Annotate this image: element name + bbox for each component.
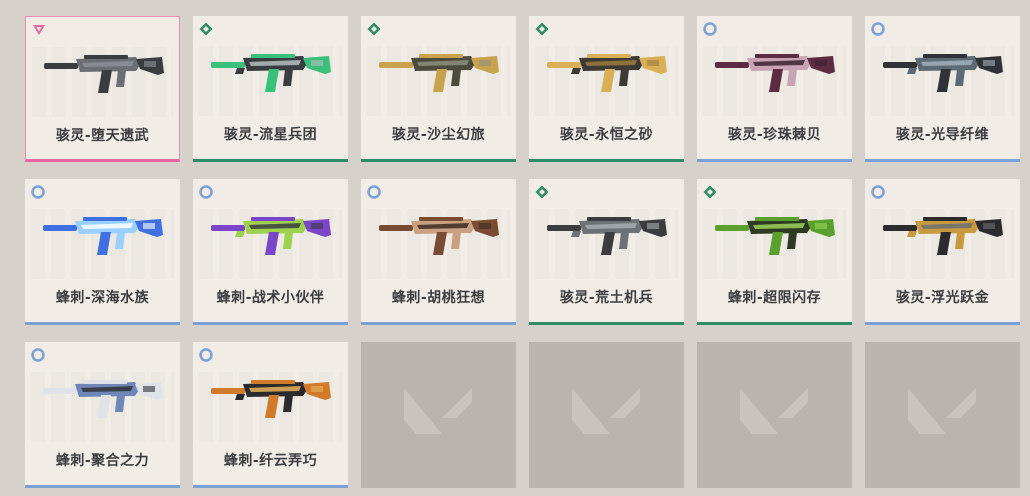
skin-name: 蜂刺-战术小伙伴 [216, 290, 325, 306]
circle-icon [31, 184, 45, 199]
skin-name: 蜂刺-胡桃狂想 [391, 290, 486, 306]
weapon-image [207, 44, 334, 106]
diamond-icon [367, 21, 381, 36]
empty-slot [697, 342, 852, 488]
weapon-image [39, 207, 166, 269]
weapon-image [40, 45, 167, 107]
skin-name: 蜂刺-深海水族 [55, 290, 150, 306]
skin-card[interactable]: 骇灵-浮光跃金 [865, 179, 1020, 325]
skin-card[interactable]: 骇灵-永恒之砂 [529, 16, 684, 162]
skin-card[interactable]: 骇灵-流星兵团 [193, 16, 348, 162]
skin-card[interactable]: 骇灵-堕天遗武 [25, 16, 180, 162]
circle-icon [871, 21, 885, 36]
weapon-image [879, 44, 1006, 106]
weapon-skin-grid: 骇灵-堕天遗武 骇灵-流星兵团 骇灵-沙尘幻旅 骇灵-永恒之砂 骇灵-珍珠棘贝 骇灵-光导… [25, 16, 1020, 488]
weapon-image [711, 44, 838, 106]
weapon-image [879, 207, 1006, 269]
weapon-image [543, 44, 670, 106]
weapon-image [711, 207, 838, 269]
skin-card[interactable]: 骇灵-荒土机兵 [529, 179, 684, 325]
empty-slot [865, 342, 1020, 488]
circle-icon [367, 184, 381, 199]
skin-name: 骇灵-荒土机兵 [559, 290, 654, 306]
weapon-image [375, 207, 502, 269]
skin-card[interactable]: 蜂刺-纤云弄巧 [193, 342, 348, 488]
empty-slot [361, 342, 516, 488]
skin-name: 骇灵-永恒之砂 [559, 127, 654, 143]
weapon-image [39, 370, 166, 432]
skin-card[interactable]: 蜂刺-深海水族 [25, 179, 180, 325]
skin-name: 蜂刺-聚合之力 [55, 453, 150, 469]
skin-card[interactable]: 蜂刺-聚合之力 [25, 342, 180, 488]
circle-icon [871, 184, 885, 199]
circle-icon [199, 184, 213, 199]
weapon-image [543, 207, 670, 269]
weapon-image [207, 370, 334, 432]
diamond-icon [703, 184, 717, 199]
skin-card[interactable]: 骇灵-珍珠棘贝 [697, 16, 852, 162]
skin-name: 骇灵-光导纤维 [895, 127, 990, 143]
skin-card[interactable]: 蜂刺-超限闪存 [697, 179, 852, 325]
empty-slot [529, 342, 684, 488]
skin-name: 骇灵-沙尘幻旅 [391, 127, 486, 143]
skin-name: 骇灵-流星兵团 [223, 127, 318, 143]
skin-card[interactable]: 骇灵-光导纤维 [865, 16, 1020, 162]
skin-name: 蜂刺-超限闪存 [727, 290, 822, 306]
skin-name: 蜂刺-纤云弄巧 [223, 453, 318, 469]
diamond-icon [535, 21, 549, 36]
weapon-image [207, 207, 334, 269]
weapon-image [375, 44, 502, 106]
circle-icon [31, 347, 45, 362]
diamond-icon [535, 184, 549, 199]
skin-name: 骇灵-珍珠棘贝 [727, 127, 822, 143]
skin-card[interactable]: 蜂刺-战术小伙伴 [193, 179, 348, 325]
diamond-icon [199, 21, 213, 36]
triangle-icon [32, 22, 46, 36]
skin-name: 骇灵-浮光跃金 [895, 290, 990, 306]
circle-icon [199, 347, 213, 362]
skin-name: 骇灵-堕天遗武 [55, 128, 150, 144]
skin-card[interactable]: 骇灵-沙尘幻旅 [361, 16, 516, 162]
skin-card[interactable]: 蜂刺-胡桃狂想 [361, 179, 516, 325]
circle-icon [703, 21, 717, 36]
